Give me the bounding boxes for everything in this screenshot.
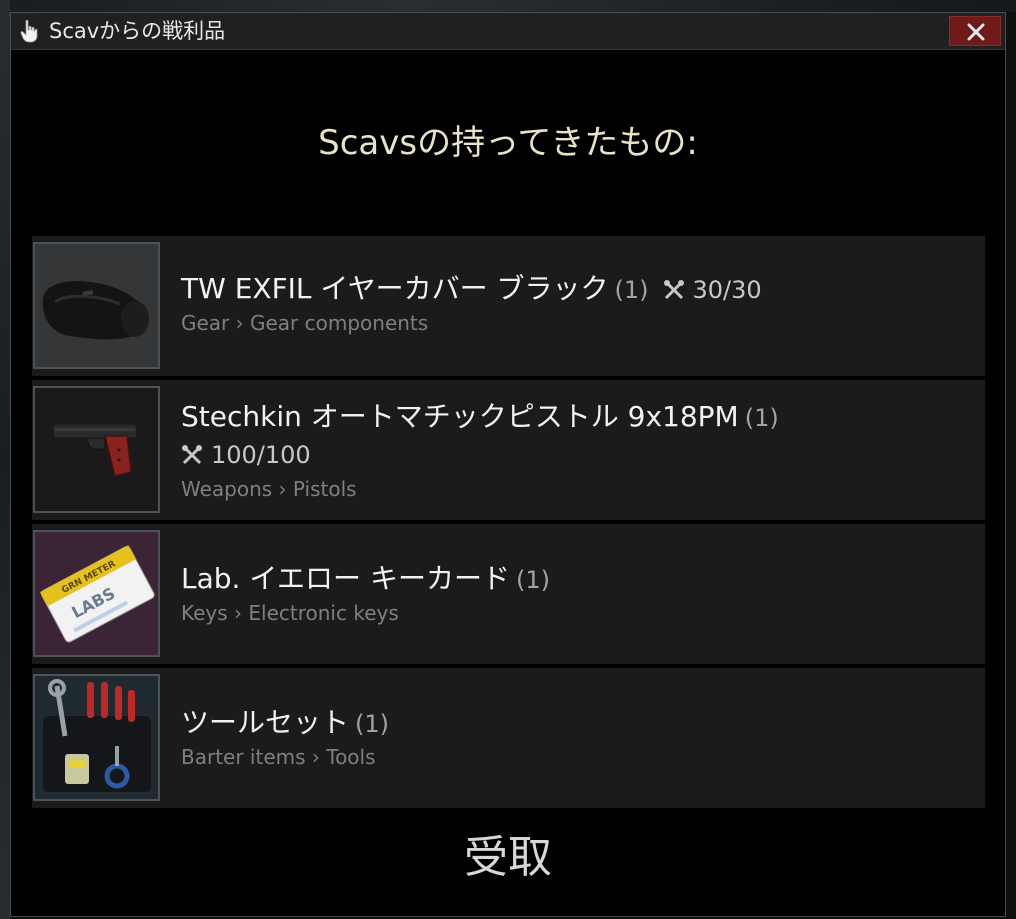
loot-item-row[interactable]: GRN METER LABS Lab. イエロー キーカード (1) Keys ›… — [32, 524, 985, 664]
loot-item-row[interactable]: Stechkin オートマチックピストル 9x18PM (1) 100/100 W… — [32, 380, 985, 520]
item-quantity: (1) — [744, 404, 779, 432]
toolset-icon — [33, 674, 160, 801]
repair-icon — [182, 445, 202, 465]
close-icon — [967, 23, 985, 41]
item-durability: 30/30 — [663, 276, 762, 304]
item-quantity: (1) — [355, 710, 390, 738]
durability-value: 100/100 — [211, 441, 311, 469]
keycard-icon: GRN METER LABS — [33, 530, 160, 657]
hand-pointer-icon — [19, 19, 41, 43]
loot-heading: Scavsの持ってきたもの: — [318, 123, 698, 163]
durability-value: 30/30 — [692, 276, 762, 304]
pistol-icon — [33, 386, 160, 513]
item-durability: 100/100 — [181, 440, 311, 470]
window-title: Scavからの戦利品 — [49, 19, 226, 43]
receive-button[interactable]: 受取 — [11, 831, 1005, 885]
background-strip — [0, 0, 1016, 12]
item-category: Keys › Electronic keys — [181, 601, 399, 625]
ear-covers-icon — [33, 242, 160, 369]
window-titlebar[interactable]: Scavからの戦利品 — [11, 13, 1005, 50]
loot-item-row[interactable]: TW EXFIL イヤーカバー ブラック (1) 30/30 Gear › Gear… — [32, 236, 985, 376]
item-name: TW EXFIL イヤーカバー ブラック — [181, 272, 609, 305]
item-quantity: (1) — [614, 276, 649, 304]
loot-item-row[interactable]: ツールセット (1) Barter items › Tools — [32, 668, 985, 808]
background-edge — [0, 0, 10, 919]
item-category: Barter items › Tools — [181, 745, 376, 769]
close-button[interactable] — [949, 16, 1001, 46]
item-name: Lab. イエロー キーカード — [181, 562, 510, 595]
item-name: ツールセット — [181, 706, 350, 739]
item-category: Weapons › Pistols — [181, 477, 357, 501]
scav-loot-window: Scavからの戦利品 Scavsの持ってきたもの: TW EXFIL イヤーカバ… — [10, 12, 1006, 917]
repair-icon — [663, 280, 684, 300]
item-name: Stechkin オートマチックピストル 9x18PM — [181, 400, 739, 433]
item-category: Gear › Gear components — [181, 311, 429, 335]
item-quantity: (1) — [515, 566, 550, 594]
